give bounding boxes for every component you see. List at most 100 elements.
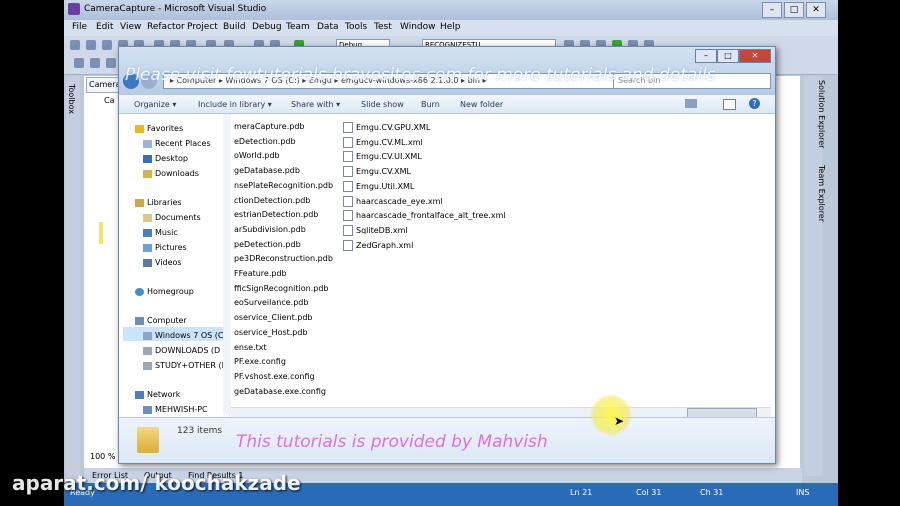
menu-edit[interactable]: Edit bbox=[96, 22, 113, 32]
vs-close-button[interactable]: ✕ bbox=[806, 2, 826, 18]
file-item[interactable]: geDatabase.pdb bbox=[234, 166, 300, 175]
vs-title-text: CameraCapture - Microsoft Visual Studio bbox=[84, 4, 267, 14]
homegroup-icon bbox=[135, 287, 144, 296]
file-item[interactable]: fficSignRecognition.pdb bbox=[234, 284, 328, 293]
status-char: Ch 31 bbox=[700, 488, 724, 497]
vs-menu-bar: File Edit View Refactor Project Build De… bbox=[64, 20, 838, 36]
view-options-icon[interactable] bbox=[685, 99, 697, 108]
file-name: pe3DReconstruction.pdb bbox=[234, 254, 333, 264]
new-project-icon[interactable] bbox=[70, 40, 80, 50]
recent-places-icon bbox=[143, 139, 152, 148]
nav-drive-d[interactable]: DOWNLOADS (D bbox=[143, 346, 220, 355]
file-item[interactable]: Emgu.CV.GPU.XML bbox=[343, 122, 430, 133]
status-line: Ln 21 bbox=[570, 488, 593, 497]
nav-music[interactable]: Music bbox=[143, 228, 178, 237]
menu-view[interactable]: View bbox=[120, 22, 141, 32]
file-item[interactable]: haarcascade_frontalface_alt_tree.xml bbox=[343, 210, 506, 222]
menu-window[interactable]: Window bbox=[400, 22, 436, 32]
share-with-button[interactable]: Share with ▾ bbox=[291, 100, 340, 109]
file-item[interactable]: FFeature.pdb bbox=[234, 269, 287, 278]
nav-drive-study[interactable]: STUDY+OTHER (I bbox=[143, 361, 224, 370]
file-item[interactable]: nsePlateRecognition.pdb bbox=[234, 181, 333, 190]
menu-data[interactable]: Data bbox=[317, 22, 339, 32]
nav-network[interactable]: Network bbox=[135, 390, 180, 399]
menu-file[interactable]: File bbox=[72, 22, 87, 32]
file-item[interactable]: eoSurveilance.pdb bbox=[234, 298, 308, 307]
menu-build[interactable]: Build bbox=[223, 22, 246, 32]
file-item[interactable]: Emgu.Util.XML bbox=[343, 180, 414, 192]
explorer-close-button[interactable]: ✕ bbox=[739, 49, 771, 63]
vs-title-bar[interactable]: CameraCapture - Microsoft Visual Studio … bbox=[64, 0, 838, 20]
nav-drive-c[interactable]: Windows 7 OS (C bbox=[143, 331, 224, 340]
menu-refactor[interactable]: Refactor bbox=[147, 22, 185, 32]
file-item[interactable]: arSubdivision.pdb bbox=[234, 225, 306, 234]
nav-computer[interactable]: Computer bbox=[135, 316, 187, 325]
explorer-maximize-button[interactable]: □ bbox=[717, 49, 739, 63]
new-folder-button[interactable]: New folder bbox=[460, 100, 503, 109]
nav-homegroup[interactable]: Homegroup bbox=[135, 287, 194, 296]
file-item[interactable]: ZedGraph.xml bbox=[343, 239, 413, 251]
file-item[interactable]: PF.exe.config bbox=[234, 357, 286, 366]
nav-downloads[interactable]: Downloads bbox=[143, 169, 199, 178]
toolbox-strip[interactable] bbox=[66, 76, 80, 476]
file-item[interactable]: ense.txt bbox=[234, 343, 267, 352]
comment-icon[interactable] bbox=[106, 58, 116, 68]
file-name: ense.txt bbox=[234, 342, 267, 352]
preview-pane-icon[interactable] bbox=[723, 99, 736, 110]
open-file-icon[interactable] bbox=[102, 40, 112, 50]
outdent-icon[interactable] bbox=[90, 58, 100, 68]
file-item[interactable]: estrianDetection.pdb bbox=[234, 210, 318, 219]
file-item[interactable]: Emgu.CV.UI.XML bbox=[343, 151, 422, 163]
file-item[interactable]: Emgu.CV.ML.xml bbox=[343, 136, 423, 148]
menu-test[interactable]: Test bbox=[374, 22, 392, 32]
editor-subtab[interactable]: Ca bbox=[104, 96, 115, 105]
vs-maximize-button[interactable]: □ bbox=[784, 2, 804, 18]
nav-favorites[interactable]: Favorites bbox=[135, 124, 183, 133]
file-name: Emgu.CV.XML bbox=[356, 167, 411, 177]
burn-button[interactable]: Burn bbox=[421, 100, 440, 109]
file-item[interactable]: oWorld.pdb bbox=[234, 151, 280, 160]
menu-tools[interactable]: Tools bbox=[345, 22, 367, 32]
menu-project[interactable]: Project bbox=[187, 22, 218, 32]
editor-zoom[interactable]: 100 % bbox=[90, 452, 115, 461]
indent-icon[interactable] bbox=[74, 58, 84, 68]
nav-videos[interactable]: Videos bbox=[143, 258, 182, 267]
toolbox-tab[interactable]: Toolbox bbox=[67, 84, 76, 114]
solution-explorer-tab[interactable]: Solution Explorer bbox=[817, 80, 826, 148]
file-item[interactable]: geDatabase.exe.config bbox=[234, 387, 326, 396]
music-icon bbox=[143, 228, 152, 237]
nav-pane-scrollbar[interactable] bbox=[223, 114, 231, 414]
file-item[interactable]: ctionDetection.pdb bbox=[234, 196, 310, 205]
file-item[interactable]: eDetection.pdb bbox=[234, 137, 296, 146]
file-name: geDatabase.pdb bbox=[234, 166, 300, 176]
file-item[interactable]: Emgu.CV.XML bbox=[343, 166, 411, 178]
file-name: meraCapture.pdb bbox=[234, 122, 305, 131]
menu-help[interactable]: Help bbox=[440, 22, 461, 32]
file-name: oservice_Host.pdb bbox=[234, 327, 308, 337]
nav-pictures[interactable]: Pictures bbox=[143, 243, 187, 252]
include-in-library-button[interactable]: Include in library ▾ bbox=[198, 100, 272, 109]
vs-minimize-button[interactable]: – bbox=[762, 2, 782, 18]
file-item[interactable]: PF.vshost.exe.config bbox=[234, 372, 315, 381]
nav-documents[interactable]: Documents bbox=[143, 213, 201, 222]
organize-button[interactable]: Organize ▾ bbox=[134, 100, 176, 109]
help-icon[interactable]: ? bbox=[749, 98, 760, 109]
nav-mehwish-pc[interactable]: MEHWISH-PC bbox=[143, 405, 208, 414]
explorer-minimize-button[interactable]: – bbox=[695, 49, 717, 63]
nav-recent-places[interactable]: Recent Places bbox=[143, 139, 211, 148]
file-item[interactable]: SqliteDB.xml bbox=[343, 224, 408, 236]
file-item[interactable]: oservice_Client.pdb bbox=[234, 313, 313, 322]
add-item-icon[interactable] bbox=[86, 40, 96, 50]
nav-desktop[interactable]: Desktop bbox=[143, 154, 188, 163]
file-item[interactable]: peDetection.pdb bbox=[234, 240, 301, 249]
nav-libraries[interactable]: Libraries bbox=[135, 198, 182, 207]
file-item[interactable]: meraCapture.pdb bbox=[234, 122, 305, 131]
menu-team[interactable]: Team bbox=[286, 22, 310, 32]
file-item[interactable]: haarcascade_eye.xml bbox=[343, 195, 443, 207]
team-explorer-tab[interactable]: Team Explorer bbox=[817, 165, 826, 222]
menu-debug[interactable]: Debug bbox=[252, 22, 282, 32]
slide-show-button[interactable]: Slide show bbox=[361, 100, 404, 109]
file-item[interactable]: oservice_Host.pdb bbox=[234, 328, 308, 337]
file-item[interactable]: pe3DReconstruction.pdb bbox=[234, 254, 333, 263]
file-name: FFeature.pdb bbox=[234, 269, 287, 278]
